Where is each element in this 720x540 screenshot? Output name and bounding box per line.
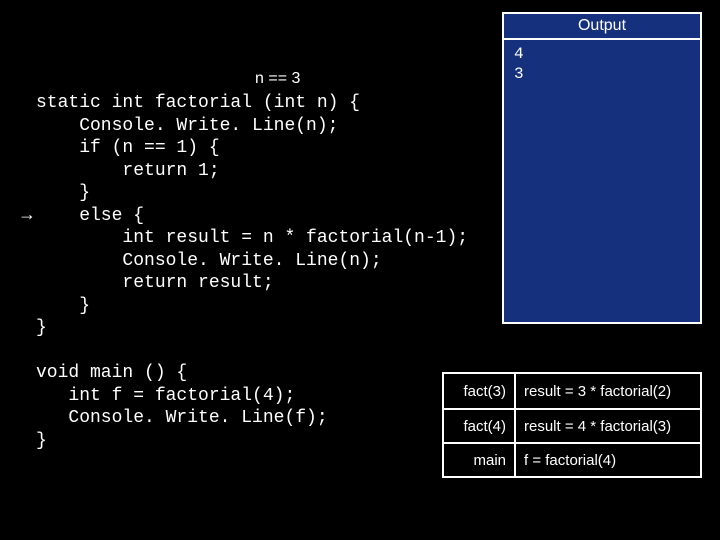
stack-frame-state: result = 3 * factorial(2) bbox=[516, 374, 700, 408]
stack-frame-name: main bbox=[444, 444, 516, 476]
execution-arrow-icon: → bbox=[18, 204, 36, 225]
call-stack-table: fact(3) result = 3 * factorial(2) fact(4… bbox=[442, 372, 702, 478]
main-code: void main () { int f = factorial(4); Con… bbox=[36, 362, 328, 452]
stack-row: main f = factorial(4) bbox=[444, 442, 700, 476]
stack-frame-state: result = 4 * factorial(3) bbox=[516, 410, 700, 442]
stack-frame-name: fact(3) bbox=[444, 374, 516, 408]
slide-canvas: n == 3 → static int factorial (int n) { … bbox=[0, 0, 720, 540]
stack-row: fact(3) result = 3 * factorial(2) bbox=[444, 374, 700, 408]
stack-frame-state: f = factorial(4) bbox=[516, 444, 700, 476]
output-title: Output bbox=[504, 14, 700, 40]
stack-frame-name: fact(4) bbox=[444, 410, 516, 442]
stack-row: fact(4) result = 4 * factorial(3) bbox=[444, 408, 700, 442]
factorial-code: static int factorial (int n) { Console. … bbox=[36, 92, 468, 340]
n-value-label: n == 3 bbox=[255, 70, 300, 88]
output-body: 4 3 bbox=[504, 40, 700, 88]
output-panel: Output 4 3 bbox=[502, 12, 702, 324]
